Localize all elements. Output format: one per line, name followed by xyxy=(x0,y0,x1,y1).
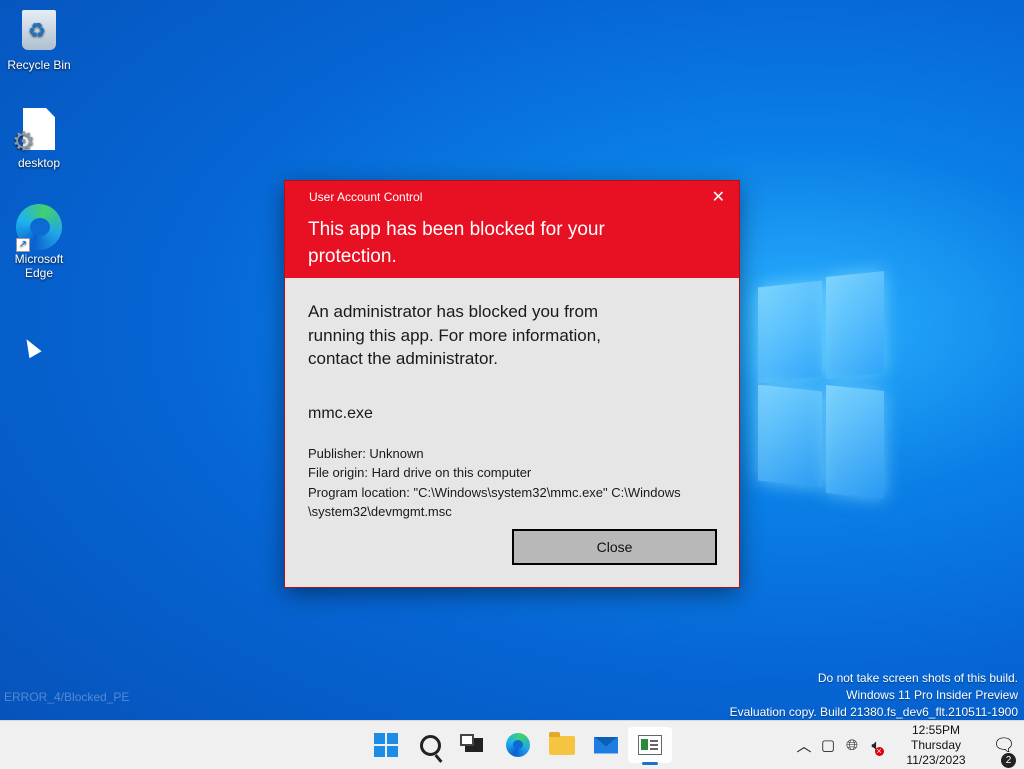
search-button[interactable] xyxy=(408,727,452,763)
mmc-icon xyxy=(638,735,662,755)
dialog-caption: User Account Control xyxy=(309,190,423,204)
task-view-button[interactable] xyxy=(452,727,496,763)
system-tray: ︿ ▢ 🌐︎ 🔈︎ 12:55PM Thursday 11/23/2023 🗨︎… xyxy=(792,721,1024,769)
program-location-text: Program location: "C:\Windows\system32\m… xyxy=(308,484,681,520)
desktop-icon-edge[interactable]: ↗ Microsoft Edge xyxy=(1,204,77,280)
search-icon xyxy=(419,734,441,756)
desktop-icon-label: Microsoft Edge xyxy=(14,252,64,280)
device-icon[interactable]: ▢ xyxy=(816,733,840,757)
start-icon xyxy=(374,733,398,757)
close-button[interactable]: Close xyxy=(512,529,717,565)
file-origin-text: File origin: Hard drive on this computer xyxy=(308,465,532,480)
notification-count-badge: 2 xyxy=(1001,752,1016,768)
faint-desktop-text: ERROR_4/Blocked_PE xyxy=(4,690,130,704)
clock-date: 11/23/2023 xyxy=(906,752,966,767)
clock-day: Thursday xyxy=(910,737,962,752)
desktop-icon-desktop[interactable]: ⚙ desktop xyxy=(1,108,77,170)
notification-icon: 🗨︎ xyxy=(992,734,1016,755)
edge-icon xyxy=(506,733,530,757)
taskbar-mmc-button[interactable] xyxy=(628,727,672,765)
watermark-line: Do not take screen shots of this build. xyxy=(817,671,1018,685)
mouse-cursor-icon xyxy=(20,335,42,359)
dialog-message: An administrator has blocked you from ru… xyxy=(308,302,601,368)
clock-time: 12:55PM xyxy=(911,722,961,737)
program-name: mmc.exe xyxy=(308,404,373,422)
volume-muted-icon[interactable]: 🔈︎ xyxy=(864,733,888,757)
recycle-bin-icon xyxy=(22,10,56,50)
show-hidden-icons-chevron-up-icon[interactable]: ︿ xyxy=(792,733,816,757)
desktop-icon-recycle-bin[interactable]: Recycle Bin xyxy=(1,10,77,72)
clock[interactable]: 12:55PM Thursday 11/23/2023 xyxy=(894,723,978,768)
dialog-headline: This app has been blocked for your prote… xyxy=(308,219,605,267)
build-watermark: Do not take screen shots of this build. … xyxy=(730,670,1018,721)
taskbar-mail-button[interactable] xyxy=(584,727,628,763)
uac-header: User Account Control ✕ This app has been… xyxy=(285,181,739,278)
shortcut-arrow-icon: ↗ xyxy=(16,238,30,252)
watermark-line: Evaluation copy. Build 21380.fs_dev6_flt… xyxy=(729,705,1018,719)
watermark-line: Windows 11 Pro Insider Preview xyxy=(846,688,1018,702)
publisher-text: Publisher: Unknown xyxy=(308,445,424,461)
close-icon[interactable]: ✕ xyxy=(712,187,725,207)
taskbar-file-explorer-button[interactable] xyxy=(540,727,584,763)
task-view-icon xyxy=(460,734,483,752)
uac-dialog: User Account Control ✕ This app has been… xyxy=(285,181,739,587)
desktop-icon-label: Recycle Bin xyxy=(7,58,71,72)
taskbar: ︿ ▢ 🌐︎ 🔈︎ 12:55PM Thursday 11/23/2023 🗨︎… xyxy=(0,720,1024,769)
start-button[interactable] xyxy=(364,727,408,763)
mail-icon xyxy=(594,736,618,754)
taskbar-edge-button[interactable] xyxy=(496,727,540,763)
program-details: Publisher: Unknown File origin: Hard dri… xyxy=(308,444,715,522)
notification-center-button[interactable]: 🗨︎ 2 xyxy=(984,734,1024,768)
desktop-icon-label: desktop xyxy=(17,156,61,170)
file-explorer-icon xyxy=(549,731,575,755)
wallpaper-windows-logo xyxy=(740,270,885,500)
network-globe-icon[interactable]: 🌐︎ xyxy=(840,733,864,757)
active-indicator xyxy=(642,762,658,765)
